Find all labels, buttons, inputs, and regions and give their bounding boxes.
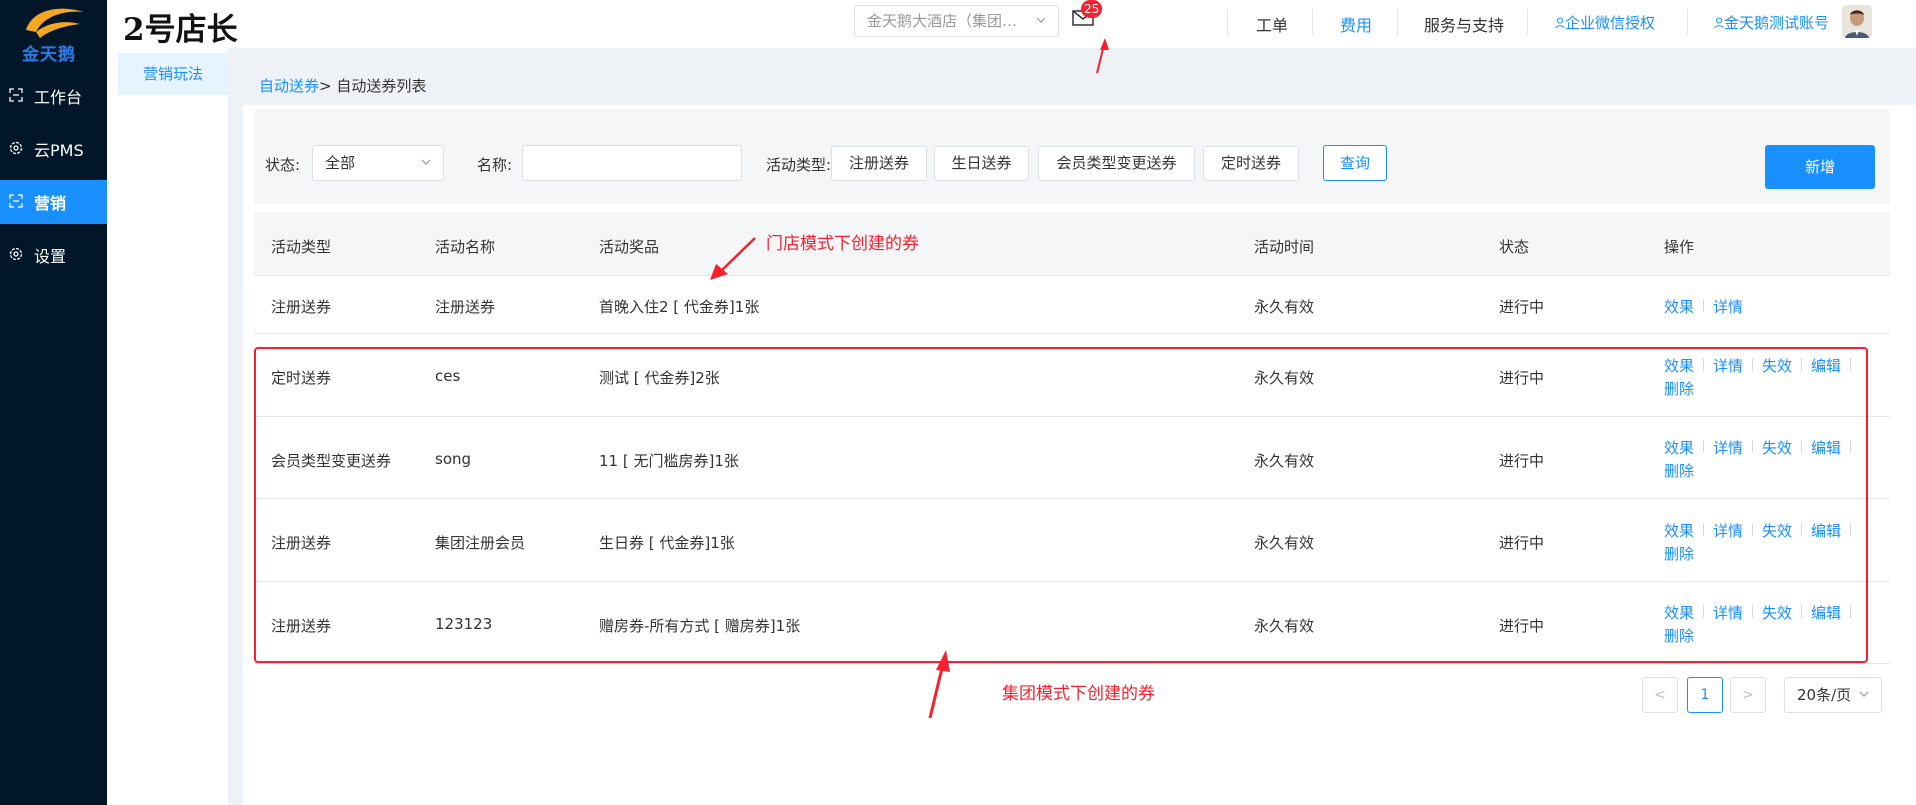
column-header: 活动类型	[271, 238, 332, 256]
nav-label: 工作台	[34, 88, 83, 107]
status-select-value: 全部	[325, 154, 356, 172]
chevron-down-icon	[421, 159, 431, 165]
account-label: 金天鹅测试账号	[1724, 14, 1830, 32]
type-scheduled-button[interactable]: 定时送券	[1203, 146, 1299, 181]
service-support-link[interactable]: 服务与支持	[1424, 12, 1504, 36]
status-select[interactable]: 全部	[312, 145, 444, 181]
type-member-change-button[interactable]: 会员类型变更送券	[1038, 146, 1195, 181]
breadcrumb-current: > 自动送券列表	[319, 77, 427, 95]
status-label: 状态:	[265, 156, 301, 174]
type-label: 活动类型:	[766, 156, 832, 174]
filter-bar: 状态: 全部 名称: 活动类型: 注册送券 生日送券 会员类型变更送券 定时送券…	[254, 109, 1890, 204]
work-order-link[interactable]: 工单	[1256, 12, 1288, 36]
breadcrumb: 自动送券> 自动送券列表	[259, 75, 426, 96]
column-header: 状态	[1499, 238, 1530, 256]
current-page-button[interactable]: 1	[1687, 677, 1723, 713]
wechat-auth-link[interactable]: 企业微信授权	[1555, 12, 1655, 33]
divider	[1527, 9, 1528, 35]
left-nav: 金天鹅 工作台 云PMS 营销 设置	[0, 0, 107, 805]
query-button[interactable]: 查询	[1323, 145, 1387, 181]
prev-page-button[interactable]: <	[1642, 677, 1678, 713]
column-header: 操作	[1664, 238, 1695, 256]
cell-status: 进行中	[1499, 298, 1545, 316]
divider	[1227, 9, 1228, 35]
user-icon	[1714, 17, 1724, 29]
detail-link[interactable]: 详情	[1713, 296, 1743, 317]
type-birthday-button[interactable]: 生日送券	[934, 146, 1029, 181]
table-header: 活动类型 活动名称 活动奖品 活动时间 状态 操作	[254, 212, 1890, 276]
action-divider	[1703, 299, 1704, 312]
group-mode-annotation: 集团模式下创建的券	[1002, 684, 1155, 704]
app-title: 2号店长	[123, 12, 238, 48]
logo-text: 金天鹅	[22, 45, 76, 65]
table-row: 注册送券 注册送券 首晚入住2 [ 代金券]1张 永久有效 进行中 效果 详情	[254, 276, 1890, 334]
nav-label: 营销	[34, 194, 67, 213]
name-label: 名称:	[477, 156, 513, 174]
add-button[interactable]: 新增	[1765, 145, 1875, 189]
nav-item-workbench[interactable]: 工作台	[0, 74, 107, 118]
effect-link[interactable]: 效果	[1664, 296, 1694, 317]
nav-item-settings[interactable]: 设置	[0, 233, 107, 277]
cell-time: 永久有效	[1254, 298, 1315, 316]
chevron-down-icon	[1036, 17, 1046, 23]
nav-label: 云PMS	[34, 141, 84, 160]
page-size-value: 20条/页	[1797, 686, 1852, 704]
workbench-icon	[9, 88, 23, 102]
gear-icon	[9, 247, 23, 261]
type-register-button[interactable]: 注册送券	[831, 146, 927, 181]
marketing-icon	[9, 194, 23, 208]
store-select[interactable]: 金天鹅大酒店（集团…	[854, 5, 1059, 37]
divider	[1312, 9, 1313, 35]
mail-badge: 25	[1081, 0, 1103, 18]
next-page-button[interactable]: >	[1730, 677, 1766, 713]
store-mode-annotation: 门店模式下创建的券	[766, 234, 919, 254]
chevron-down-icon	[1859, 691, 1869, 697]
sub-nav: 营销玩法	[107, 48, 228, 805]
store-select-value: 金天鹅大酒店（集团…	[867, 12, 1018, 30]
cell-type: 注册送券	[271, 298, 332, 316]
column-header: 活动时间	[1254, 238, 1315, 256]
divider	[1687, 9, 1688, 35]
nav-item-marketing[interactable]: 营销	[0, 180, 107, 224]
page-size-select[interactable]: 20条/页	[1784, 677, 1882, 713]
column-header: 活动名称	[435, 238, 496, 256]
gear-icon	[9, 141, 23, 155]
group-mode-highlight-box	[254, 347, 1868, 663]
avatar[interactable]	[1842, 5, 1872, 38]
divider	[1397, 9, 1398, 35]
breadcrumb-parent[interactable]: 自动送券	[259, 77, 319, 95]
fees-link[interactable]: 费用	[1340, 12, 1372, 36]
subnav-item-marketing-play[interactable]: 营销玩法	[118, 53, 228, 95]
cell-prize: 首晚入住2 [ 代金券]1张	[599, 298, 760, 316]
nav-item-pms[interactable]: 云PMS	[0, 127, 107, 171]
name-input[interactable]	[522, 145, 742, 181]
account-link[interactable]: 金天鹅测试账号	[1714, 12, 1829, 33]
cell-name: 注册送券	[435, 298, 496, 316]
user-icon	[1555, 17, 1565, 29]
nav-label: 设置	[34, 247, 67, 266]
wechat-auth-label: 企业微信授权	[1565, 14, 1656, 32]
column-header: 活动奖品	[599, 238, 660, 256]
